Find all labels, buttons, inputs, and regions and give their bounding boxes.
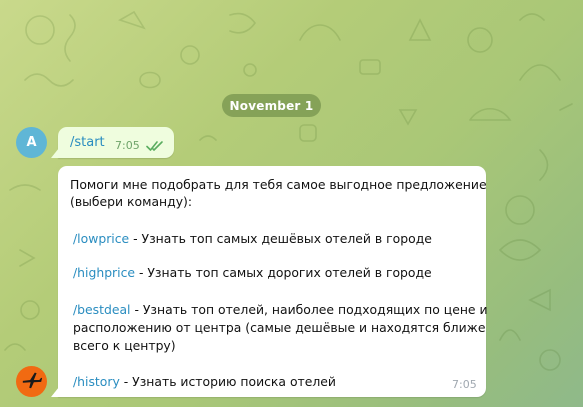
date-divider-label: November 1 <box>229 98 314 113</box>
bot-avatar[interactable] <box>16 366 47 397</box>
user-avatar-letter: A <box>26 135 37 150</box>
outgoing-message-bubble[interactable]: /start 7:05 <box>51 127 174 158</box>
command-description-continuation: всего к центру) <box>73 338 176 353</box>
airplane-icon <box>21 369 43 395</box>
incoming-message-bubble[interactable]: Помоги мне подобрать для тебя самое выго… <box>51 166 488 397</box>
incoming-message-time: 7:05 <box>452 378 477 391</box>
bubble-tail <box>51 387 59 397</box>
command-link-history[interactable]: /history <box>73 374 120 389</box>
user-avatar[interactable]: A <box>16 127 47 158</box>
command-item-lowprice: /lowprice - Узнать топ самых дешёвых оте… <box>73 230 432 247</box>
command-item-highprice: /highprice - Узнать топ самых дорогих от… <box>73 264 432 281</box>
date-divider: November 1 <box>222 94 321 117</box>
command-description-continuation: расположению от центра (самые дешёвые и … <box>73 320 486 335</box>
command-description: - Узнать историю поиска отелей <box>119 374 336 389</box>
command-link-lowprice[interactable]: /lowprice <box>73 231 129 246</box>
command-link-highprice[interactable]: /highprice <box>73 265 135 280</box>
message-intro-line: Помоги мне подобрать для тебя самое выго… <box>70 177 487 192</box>
command-description: - Узнать топ самых дешёвых отелей в горо… <box>129 231 432 246</box>
command-item-history: /history - Узнать историю поиска отелей <box>73 373 336 390</box>
message-intro-line: (выбери команду): <box>70 194 193 209</box>
bubble-tail <box>51 148 59 158</box>
double-check-icon <box>146 137 164 156</box>
outgoing-message-text[interactable]: /start <box>70 135 105 150</box>
outgoing-message-time: 7:05 <box>115 139 140 152</box>
command-link-bestdeal[interactable]: /bestdeal <box>73 302 131 317</box>
command-description: - Узнать топ самых дорогих отелей в горо… <box>135 265 432 280</box>
command-item-bestdeal: /bestdeal - Узнать топ отелей, наиболее … <box>73 301 488 318</box>
command-description: - Узнать топ отелей, наиболее подходящих… <box>130 302 488 317</box>
